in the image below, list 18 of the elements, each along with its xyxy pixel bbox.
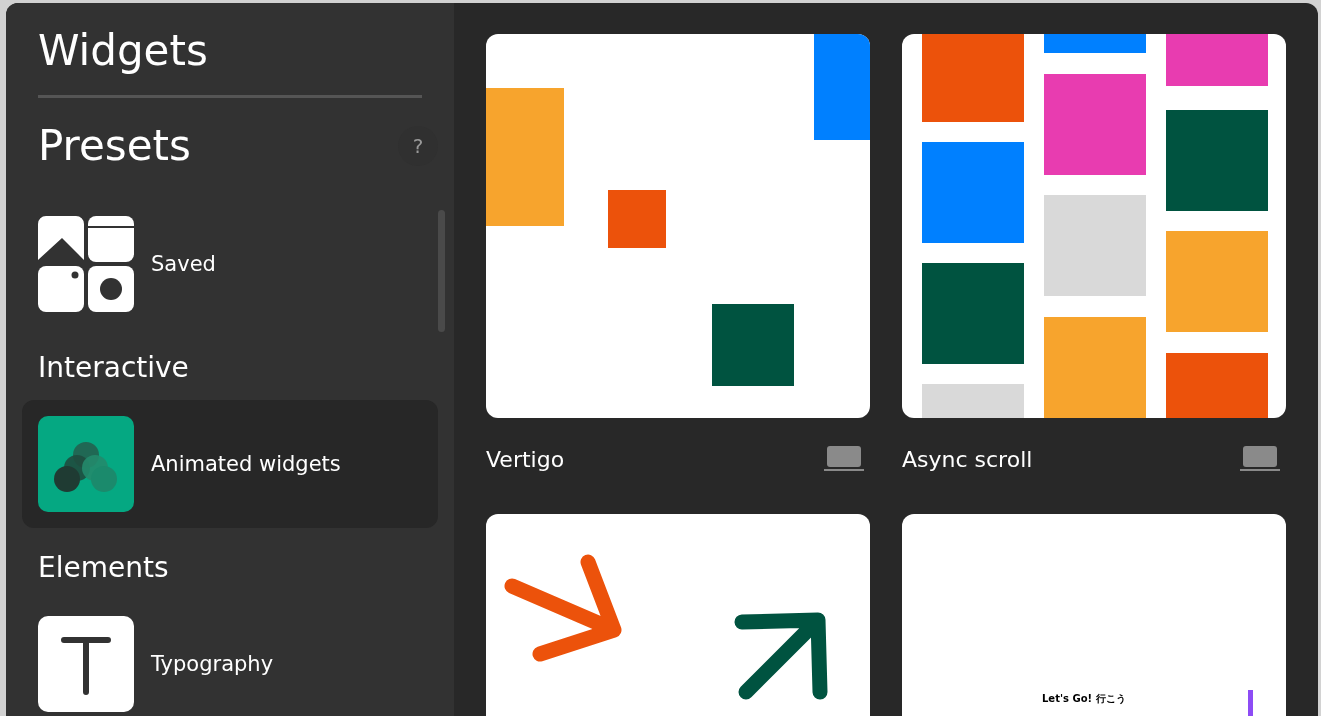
- widget-grid-icon: [38, 216, 134, 312]
- sidebar-item[interactable]: Animated widgets: [22, 400, 438, 528]
- widget-preview[interactable]: Let's Go! 行こう: [902, 514, 1286, 716]
- sidebar-title: Widgets: [38, 25, 209, 77]
- widget-title: Async scroll: [902, 446, 1033, 472]
- laptop-icon: [1240, 446, 1280, 472]
- section-heading: Elements: [38, 550, 169, 586]
- letter-t-icon: [38, 616, 134, 712]
- sidebar-item[interactable]: Typography: [22, 600, 438, 716]
- text-cursor: [1248, 690, 1253, 716]
- section-heading: Presets: [38, 120, 191, 172]
- circles-icon: [38, 416, 134, 512]
- widget-title: Vertigo: [486, 446, 565, 472]
- preview-text: Let's Go! 行こう: [1042, 692, 1126, 706]
- sidebar-item[interactable]: Saved: [22, 200, 438, 328]
- scrollbar[interactable]: [438, 210, 445, 332]
- section-heading: Interactive: [38, 350, 189, 386]
- laptop-icon: [824, 446, 864, 472]
